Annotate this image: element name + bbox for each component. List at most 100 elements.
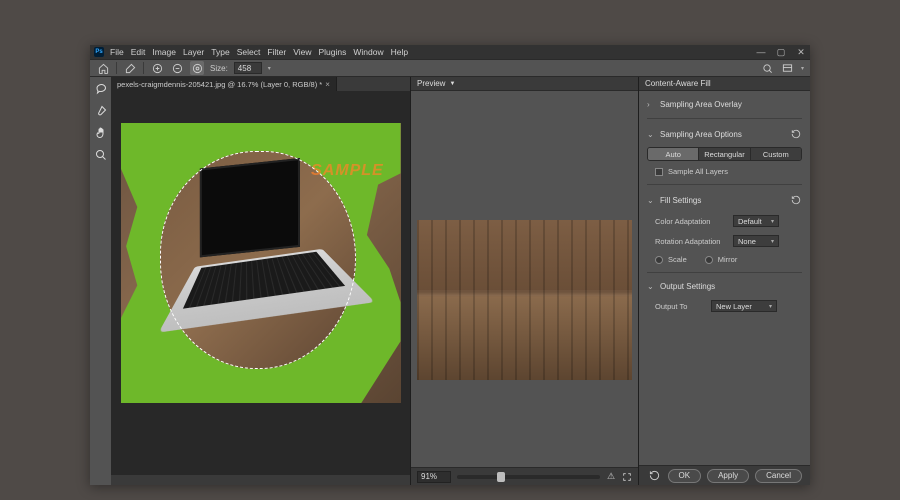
brush-size-label: Size: <box>210 64 228 73</box>
scale-option[interactable]: Scale <box>655 255 687 264</box>
brush-tool-icon[interactable] <box>93 103 109 119</box>
maximize-button[interactable]: ▢ <box>776 47 786 58</box>
app-logo: Ps <box>94 47 104 57</box>
minimize-button[interactable]: — <box>756 47 766 58</box>
brush-add-icon[interactable] <box>150 61 164 75</box>
canvas: SAMPLE <box>121 123 401 403</box>
ok-button[interactable]: OK <box>668 469 702 483</box>
brush-settings-icon[interactable] <box>190 61 204 75</box>
preview-image <box>417 220 632 380</box>
chevron-down-icon: ⌄ <box>647 282 655 291</box>
mode-rectangular-button[interactable]: Rectangular <box>699 148 750 160</box>
preview-footer: 91% ⚠ <box>411 467 638 485</box>
menu-view[interactable]: View <box>293 47 311 57</box>
menu-image[interactable]: Image <box>152 47 176 57</box>
mode-custom-button[interactable]: Custom <box>751 148 801 160</box>
reset-icon[interactable] <box>790 194 802 206</box>
radio[interactable] <box>655 256 663 264</box>
slider-thumb[interactable] <box>497 472 505 482</box>
scale-mirror-row: Scale Mirror <box>647 253 802 266</box>
preview-body[interactable] <box>411 91 638 467</box>
section-fill-settings[interactable]: ⌄ Fill Settings <box>647 191 802 209</box>
chevron-down-icon: ⌄ <box>647 196 655 205</box>
radio-label: Scale <box>668 255 687 264</box>
menu-filter[interactable]: Filter <box>267 47 286 57</box>
window-controls: — ▢ ✕ <box>756 47 806 58</box>
section-sampling-overlay[interactable]: › Sampling Area Overlay <box>647 97 802 112</box>
brush-size-input[interactable]: 458 <box>234 62 262 74</box>
brush-tool-icon[interactable] <box>123 61 137 75</box>
photoshop-window: Ps File Edit Image Layer Type Select Fil… <box>90 45 810 485</box>
workspace-menu-icon[interactable]: ▾ <box>801 65 804 72</box>
preview-zoom-slider[interactable] <box>457 475 600 479</box>
zoom-tool-icon[interactable] <box>93 147 109 163</box>
caf-footer: OK Apply Cancel <box>639 465 810 485</box>
sample-all-layers-row[interactable]: Sample All Layers <box>647 165 802 178</box>
hand-tool-icon[interactable] <box>93 125 109 141</box>
menu-layer[interactable]: Layer <box>183 47 204 57</box>
caf-panel-header: Content-Aware Fill <box>639 77 810 91</box>
reset-all-icon[interactable] <box>648 469 662 483</box>
warning-icon[interactable]: ⚠ <box>606 472 616 482</box>
rotation-adaptation-dropdown[interactable]: None▾ <box>733 235 779 247</box>
menu-help[interactable]: Help <box>391 47 408 57</box>
close-button[interactable]: ✕ <box>796 47 806 58</box>
preview-zoom-input[interactable]: 91% <box>417 471 451 483</box>
checkbox[interactable] <box>655 168 663 176</box>
tab-close-icon[interactable]: × <box>325 80 330 89</box>
radio-label: Mirror <box>718 255 738 264</box>
dropdown-arrow-icon[interactable]: ▾ <box>268 65 271 72</box>
workspace-icon[interactable] <box>781 61 795 75</box>
brush-subtract-icon[interactable] <box>170 61 184 75</box>
titlebar: Ps File Edit Image Layer Type Select Fil… <box>90 45 810 59</box>
menubar: File Edit Image Layer Type Select Filter… <box>110 47 756 57</box>
menu-plugins[interactable]: Plugins <box>318 47 346 57</box>
section-label: Fill Settings <box>660 196 701 205</box>
cancel-button[interactable]: Cancel <box>755 469 802 483</box>
field-label: Output To <box>655 302 705 311</box>
document-tab-row: pexels-craigmdennis-205421.jpg @ 16.7% (… <box>111 77 410 91</box>
selection-marquee <box>160 151 356 369</box>
document-tab-title: pexels-craigmdennis-205421.jpg @ 16.7% (… <box>117 80 322 89</box>
preview-panel-header[interactable]: Preview ▼ <box>411 77 638 91</box>
chevron-down-icon: ▾ <box>769 303 772 310</box>
color-adaptation-row: Color Adaptation Default▾ <box>647 213 802 229</box>
menu-window[interactable]: Window <box>353 47 383 57</box>
options-bar: Size: 458 ▾ ▾ <box>90 59 810 77</box>
mirror-option[interactable]: Mirror <box>705 255 738 264</box>
canvas-area[interactable]: SAMPLE <box>111 91 410 475</box>
menu-type[interactable]: Type <box>211 47 229 57</box>
fit-screen-icon[interactable] <box>622 472 632 482</box>
chevron-right-icon: › <box>647 100 655 109</box>
menu-select[interactable]: Select <box>237 47 261 57</box>
chevron-down-icon: ▾ <box>771 218 774 225</box>
output-to-dropdown[interactable]: New Layer▾ <box>711 300 777 312</box>
section-output-settings[interactable]: ⌄ Output Settings <box>647 279 802 294</box>
caf-title: Content-Aware Fill <box>645 79 711 88</box>
document-tab[interactable]: pexels-craigmdennis-205421.jpg @ 16.7% (… <box>111 77 337 91</box>
left-toolbar <box>90 77 111 485</box>
section-label: Output Settings <box>660 282 715 291</box>
lasso-tool-icon[interactable] <box>93 81 109 97</box>
preview-title: Preview <box>417 79 445 88</box>
output-to-row: Output To New Layer▾ <box>647 298 802 314</box>
menu-file[interactable]: File <box>110 47 124 57</box>
home-icon[interactable] <box>96 61 110 75</box>
chevron-down-icon: ▼ <box>449 81 455 87</box>
caf-panel: Content-Aware Fill › Sampling Area Overl… <box>639 77 810 485</box>
apply-button[interactable]: Apply <box>707 469 749 483</box>
field-label: Rotation Adaptation <box>655 237 727 246</box>
sampling-mode-segment: Auto Rectangular Custom <box>647 147 802 161</box>
reset-icon[interactable] <box>790 128 802 140</box>
color-adaptation-dropdown[interactable]: Default▾ <box>733 215 779 227</box>
field-label: Color Adaptation <box>655 217 727 226</box>
document-column: pexels-craigmdennis-205421.jpg @ 16.7% (… <box>111 77 411 485</box>
radio[interactable] <box>705 256 713 264</box>
section-sampling-options[interactable]: ⌄ Sampling Area Options <box>647 125 802 143</box>
section-label: Sampling Area Options <box>660 130 742 139</box>
menu-edit[interactable]: Edit <box>131 47 146 57</box>
mode-auto-button[interactable]: Auto <box>648 148 699 160</box>
main-area: pexels-craigmdennis-205421.jpg @ 16.7% (… <box>90 77 810 485</box>
search-icon[interactable] <box>761 61 775 75</box>
preview-panel: Preview ▼ 91% ⚠ <box>411 77 639 485</box>
